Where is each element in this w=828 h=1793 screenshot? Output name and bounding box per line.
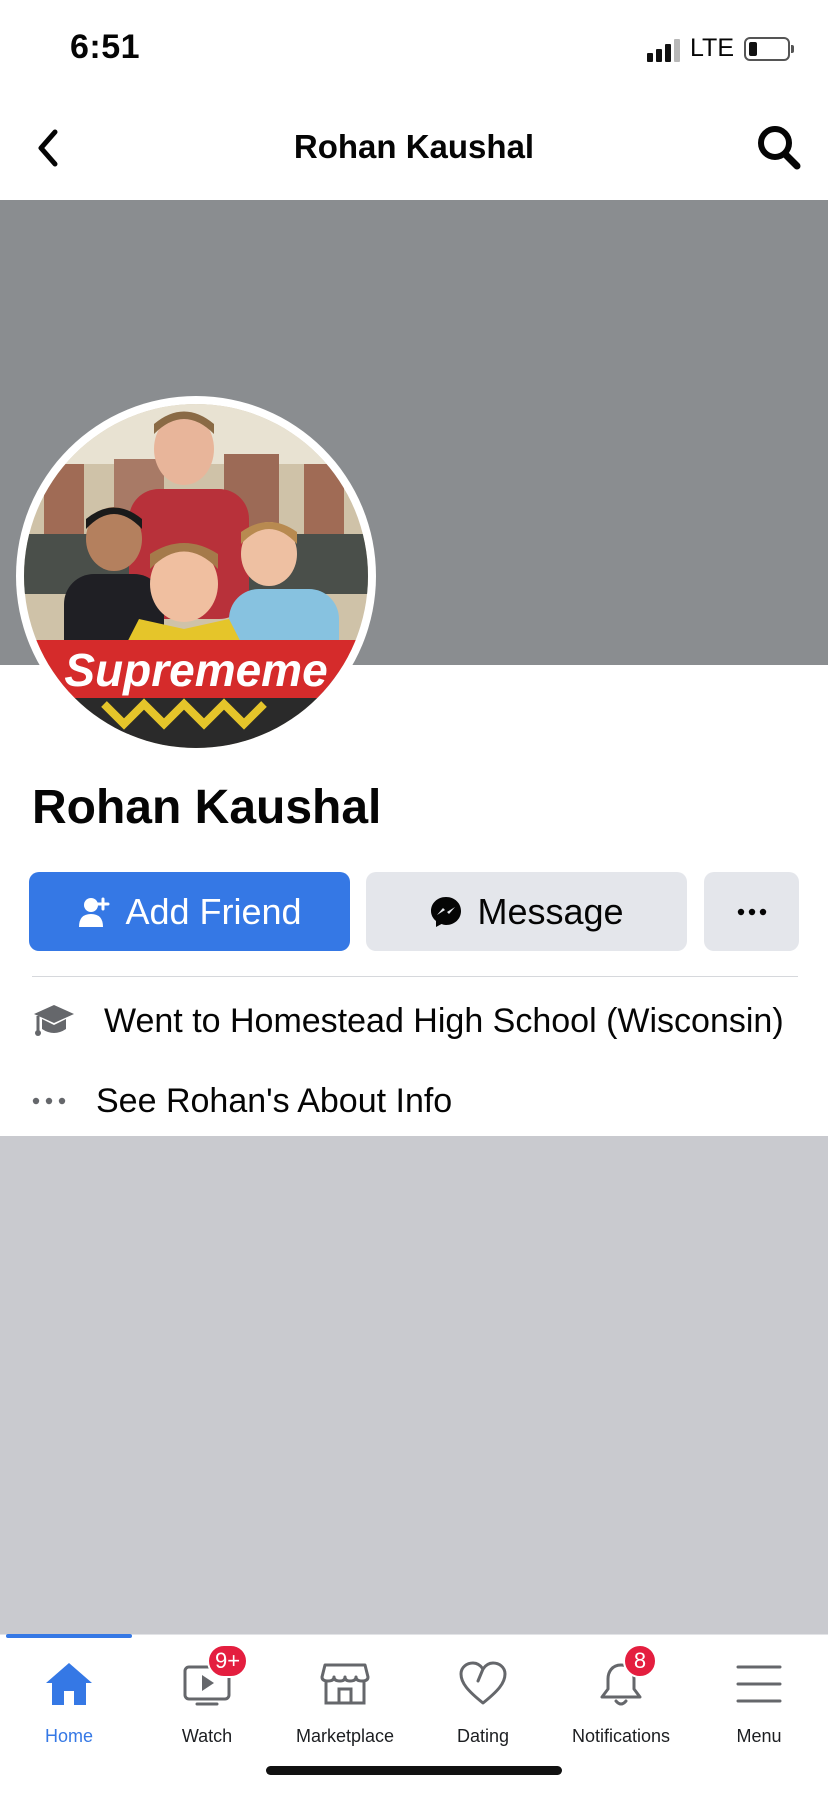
- active-tab-indicator: [6, 1634, 132, 1638]
- education-text: Went to Homestead High School (Wisconsin…: [104, 1001, 784, 1040]
- network-label: LTE: [690, 34, 734, 62]
- tab-watch-label: Watch: [181, 1726, 233, 1746]
- tab-marketplace[interactable]: Marketplace: [276, 1648, 414, 1748]
- tab-home[interactable]: Home: [0, 1648, 138, 1748]
- tab-notifications[interactable]: 8 Notifications: [552, 1644, 690, 1748]
- add-friend-button[interactable]: Add Friend: [29, 872, 350, 951]
- page-title: Rohan Kaushal: [293, 128, 535, 165]
- more-options-button[interactable]: [704, 872, 799, 951]
- divider: [32, 976, 798, 977]
- tab-watch[interactable]: 9+ Watch: [138, 1644, 276, 1748]
- ellipsis-icon: [737, 908, 766, 915]
- battery-icon: [744, 36, 794, 61]
- status-time: 6:51: [70, 28, 141, 66]
- avatar-caption: Suprememe: [64, 644, 327, 696]
- add-friend-icon: [79, 897, 110, 927]
- tab-notifications-label: Notifications: [571, 1726, 671, 1746]
- tab-dating-label: Dating: [456, 1726, 510, 1746]
- ellipsis-icon: [32, 1097, 66, 1105]
- status-indicators: LTE: [647, 34, 794, 63]
- marketplace-icon: [320, 1663, 370, 1705]
- tab-dating[interactable]: Dating: [414, 1648, 552, 1748]
- message-button[interactable]: Message: [366, 872, 687, 951]
- education-row[interactable]: Went to Homestead High School (Wisconsin…: [32, 996, 784, 1046]
- home-indicator: [266, 1766, 562, 1775]
- notifications-badge: 8: [623, 1644, 657, 1678]
- profile-picture[interactable]: Suprememe: [16, 396, 376, 756]
- search-button[interactable]: [754, 122, 804, 174]
- add-friend-label: Add Friend: [125, 890, 302, 932]
- message-label: Message: [477, 890, 624, 932]
- tab-menu[interactable]: Menu: [690, 1648, 828, 1748]
- tab-home-label: Home: [44, 1726, 93, 1746]
- about-info-label: See Rohan's About Info: [96, 1081, 453, 1120]
- heart-icon: [459, 1661, 507, 1705]
- menu-icon: [736, 1665, 782, 1703]
- profile-name: Rohan Kaushal: [32, 781, 382, 834]
- messenger-icon: [431, 896, 462, 927]
- tab-menu-label: Menu: [736, 1726, 782, 1746]
- feed-area: [0, 1136, 828, 1634]
- search-icon: [758, 126, 801, 170]
- signal-icon: [647, 36, 680, 62]
- avatar-photo: Suprememe: [24, 404, 368, 748]
- watch-badge: 9+: [207, 1644, 249, 1678]
- graduation-cap-icon: [34, 1005, 74, 1036]
- about-info-link[interactable]: See Rohan's About Info: [32, 1076, 452, 1126]
- tab-marketplace-label: Marketplace: [295, 1726, 395, 1746]
- home-icon: [46, 1663, 92, 1705]
